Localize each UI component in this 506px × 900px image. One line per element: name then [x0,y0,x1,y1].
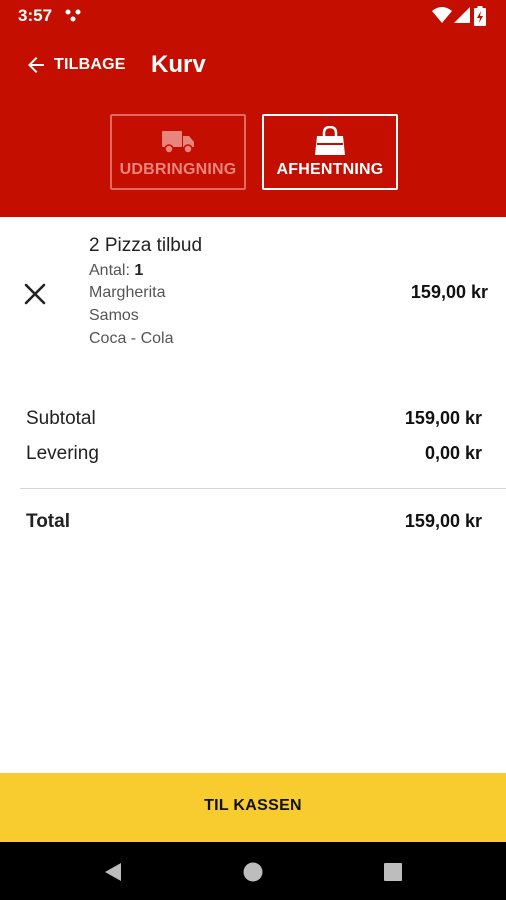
cart-item-name: 2 Pizza tilbud [89,235,203,256]
pickup-mode-label: AFHENTNING [276,161,384,178]
back-button[interactable]: TILBAGE [24,50,126,80]
cart-item-option: Coca - Cola [89,330,174,347]
cart-item-quantity: Antal: 1 [89,262,143,280]
app-header: 3:57 TILBAGE Kurv UDBRINGNING AFHENTNING [0,0,506,217]
toolbar: TILBAGE Kurv [0,40,506,90]
delivery-fee-row: Levering 0,00 kr [26,443,482,469]
battery-charging-icon [474,6,486,26]
system-nav-bar [0,842,506,900]
checkout-button[interactable]: TIL KASSEN [0,773,506,842]
home-circle-icon[interactable] [241,860,265,884]
cart-item-option: Margherita [89,284,166,301]
close-icon[interactable] [22,281,48,307]
status-bar: 3:57 [0,0,506,32]
status-time: 3:57 [18,6,53,25]
recents-square-icon[interactable] [381,860,405,884]
subtotal-label: Subtotal [26,408,96,429]
subtotal-value: 159,00 kr [404,408,482,428]
total-row: Total 159,00 kr [26,511,482,537]
delivery-fee-value: 0,00 kr [424,443,482,463]
arrow-left-icon [28,57,44,73]
truck-icon [162,131,194,154]
app-notification-icon [65,9,81,22]
back-label: TILBAGE [54,56,126,73]
wifi-icon [432,7,452,23]
cart-item: 2 Pizza tilbud Antal: 1 Margherita Samos… [0,217,506,367]
cart-item-option: Samos [89,307,139,324]
delivery-mode-label: UDBRINGNING [119,161,237,178]
cart-item-price: 159,00 kr [410,282,488,302]
pickup-mode-button[interactable]: AFHENTNING [262,114,398,190]
delivery-mode-button[interactable]: UDBRINGNING [110,114,246,190]
status-icons [432,6,492,26]
order-mode-toggle: UDBRINGNING AFHENTNING [0,114,506,190]
page-title: Kurv [151,51,206,78]
shopping-bag-icon [315,126,345,155]
summary-divider [20,488,506,489]
quantity-value: 1 [134,262,144,279]
subtotal-row: Subtotal 159,00 kr [26,408,482,434]
total-label: Total [26,511,70,532]
signal-icon [454,7,470,23]
back-triangle-icon[interactable] [101,860,125,884]
total-value: 159,00 kr [404,511,482,531]
delivery-fee-label: Levering [26,443,99,464]
quantity-label: Antal: [89,262,130,279]
checkout-label: TIL KASSEN [204,797,302,814]
